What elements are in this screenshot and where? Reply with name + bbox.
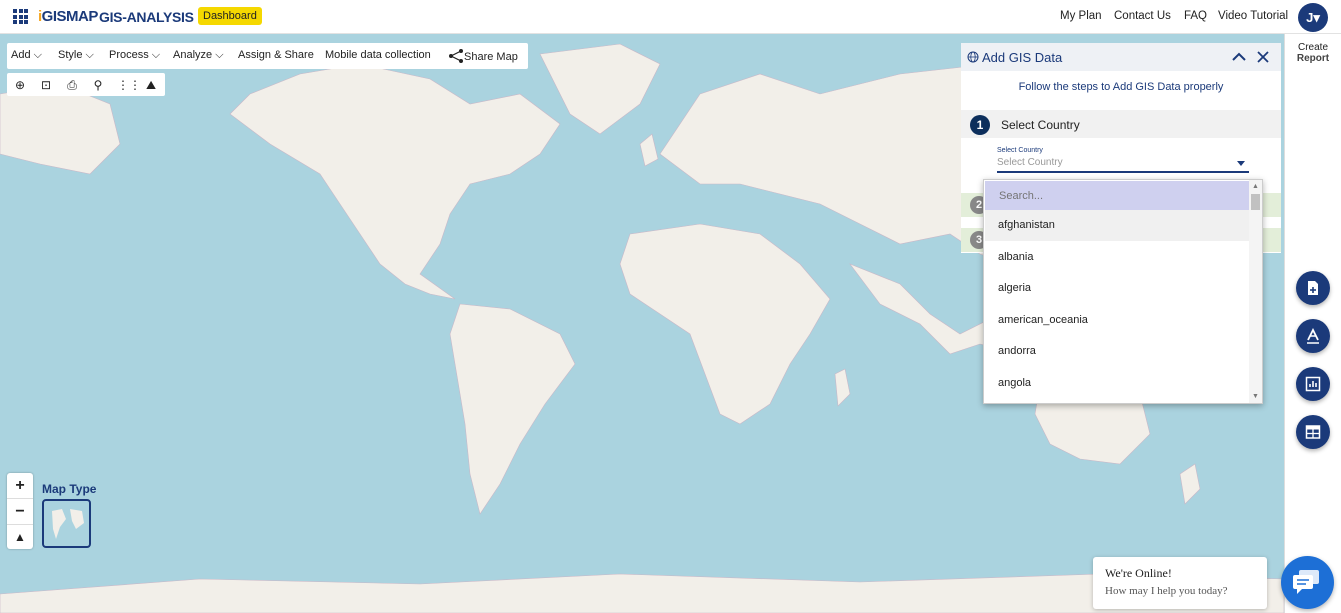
zoom-out-button[interactable]: −	[7, 499, 33, 525]
dashboard-button[interactable]: Dashboard	[198, 7, 262, 25]
text-style-icon	[1307, 328, 1319, 344]
share-map-button[interactable]: Share Map	[448, 49, 518, 63]
chat-line2: How may I help you today?	[1105, 585, 1228, 597]
country-dropdown-list: afghanistan albania algeria american_oce…	[983, 179, 1263, 404]
add-document-button[interactable]	[1296, 271, 1330, 305]
select-country-label: Select Country	[997, 147, 1043, 154]
country-option[interactable]: afghanistan	[985, 210, 1249, 241]
compass-icon[interactable]: ▲	[7, 525, 33, 550]
measure-icon[interactable]: ⋮⋮	[117, 77, 141, 93]
scrollbar-thumb[interactable]	[1251, 194, 1260, 210]
map-toolbar: Add ⌵ Style ⌵ Process ⌵ Analyze ⌵ Assign…	[7, 43, 528, 69]
step-number: 1	[970, 115, 990, 135]
share-icon	[449, 49, 463, 63]
panel-subtitle: Follow the steps to Add GIS Data properl…	[1018, 81, 1224, 93]
close-icon[interactable]	[1257, 51, 1269, 63]
chat-bubble-icon	[1293, 570, 1319, 594]
create-report-line1: Create	[1297, 42, 1328, 53]
zoom-control: + − ▲	[7, 473, 33, 549]
table-button[interactable]	[1296, 415, 1330, 449]
print-icon[interactable]: ⎙	[64, 77, 80, 93]
select-placeholder: Select Country	[997, 157, 1063, 168]
chat-line1: We're Online!	[1105, 566, 1172, 580]
terrain-icon[interactable]: ⛰	[143, 77, 159, 93]
globe-thumbnail-icon	[52, 509, 84, 539]
contact-us-link[interactable]: Contact Us	[1114, 10, 1171, 22]
map-tool-strip: ⊕ ⊡ ⎙ ⚲ ⋮⋮ ⛰	[7, 73, 165, 96]
dropdown-search-box	[985, 181, 1249, 210]
caret-down-icon	[1237, 161, 1245, 166]
country-option[interactable]: angola	[985, 368, 1249, 399]
step-select-country[interactable]: 1 Select Country	[961, 110, 1281, 138]
chart-icon	[1305, 376, 1321, 392]
chart-button[interactable]	[1296, 367, 1330, 401]
scroll-down-icon[interactable]: ▼	[1252, 393, 1259, 400]
globe-icon	[967, 51, 979, 63]
text-style-button[interactable]	[1296, 319, 1330, 353]
user-avatar[interactable]: J▾	[1298, 3, 1328, 32]
locate-icon[interactable]: ⊕	[12, 77, 28, 93]
panel-header: Add GIS Data	[961, 43, 1281, 71]
country-option[interactable]: american_oceania	[985, 305, 1249, 336]
video-tutorial-link[interactable]: Video Tutorial	[1218, 10, 1288, 22]
country-option[interactable]: algeria	[985, 273, 1249, 304]
mobile-data-collection-menu[interactable]: Mobile data collection	[325, 49, 431, 61]
collapse-icon[interactable]	[1232, 52, 1246, 62]
add-document-icon	[1308, 281, 1318, 295]
select-country-dropdown[interactable]: Select Country	[997, 157, 1249, 173]
add-menu[interactable]: Add ⌵	[11, 49, 42, 62]
top-header: iGISMAP GIS-ANALYSIS Dashboard My Plan C…	[0, 0, 1341, 34]
dropdown-scrollbar[interactable]: ▲ ▼	[1249, 180, 1262, 403]
map-type-thumbnail[interactable]	[42, 499, 91, 548]
analyze-menu[interactable]: Analyze ⌵	[173, 49, 224, 62]
faq-link[interactable]: FAQ	[1184, 10, 1207, 22]
focus-icon[interactable]: ⊡	[38, 77, 54, 93]
country-option[interactable]: andorra	[985, 336, 1249, 367]
create-report-line2: Report	[1296, 53, 1330, 64]
panel-title: Add GIS Data	[982, 50, 1063, 65]
scroll-up-icon[interactable]: ▲	[1252, 183, 1259, 190]
create-report-button[interactable]: Create Report	[1290, 42, 1336, 64]
country-option[interactable]: albania	[985, 242, 1249, 273]
country-search-input[interactable]	[985, 181, 1249, 210]
map-type-label: Map Type	[42, 482, 97, 496]
style-menu[interactable]: Style ⌵	[58, 49, 94, 62]
table-icon	[1305, 425, 1321, 439]
process-menu[interactable]: Process ⌵	[109, 49, 160, 62]
search-icon[interactable]: ⚲	[90, 77, 106, 93]
chat-greeting[interactable]: We're Online! How may I help you today?	[1093, 557, 1267, 609]
apps-grid-icon[interactable]	[13, 9, 28, 24]
zoom-in-button[interactable]: +	[7, 473, 33, 499]
my-plan-link[interactable]: My Plan	[1060, 10, 1102, 22]
app-title: GIS-ANALYSIS	[99, 9, 194, 25]
gismap-logo[interactable]: iGISMAP	[38, 8, 98, 25]
chat-button[interactable]	[1281, 556, 1334, 609]
step-label: Select Country	[1001, 118, 1080, 132]
assign-share-menu[interactable]: Assign & Share	[238, 49, 314, 61]
